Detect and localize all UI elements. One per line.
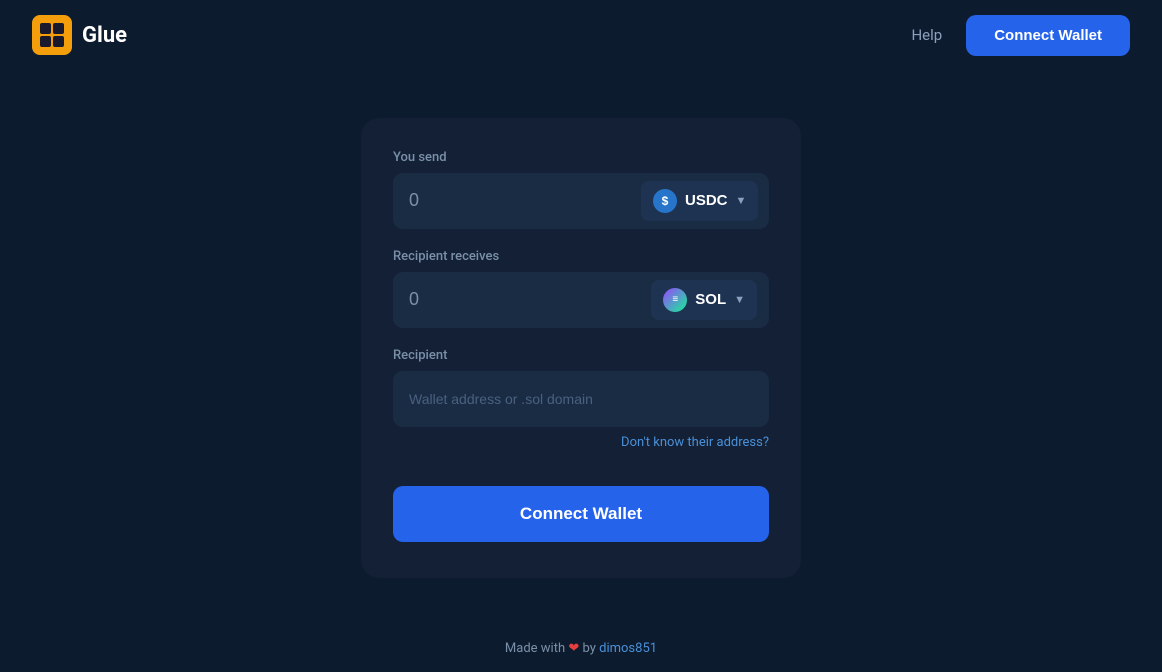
usdc-icon: $	[653, 189, 677, 213]
recipient-receives-group: Recipient receives ≡ SOL ▼	[393, 249, 769, 328]
heart-icon: ❤	[568, 641, 582, 656]
connect-wallet-header-button[interactable]: Connect Wallet	[966, 15, 1130, 56]
footer-author-link[interactable]: dimos851	[599, 641, 657, 656]
footer-made-with: Made with	[505, 641, 565, 656]
sol-token-selector[interactable]: ≡ SOL ▼	[651, 280, 757, 320]
sol-token-label: SOL	[695, 291, 726, 308]
footer: Made with ❤ by dimos851	[0, 625, 1162, 672]
usdc-token-label: USDC	[685, 192, 728, 209]
recipient-receives-amount-input[interactable]	[409, 289, 651, 310]
recipient-address-group: Recipient Don't know their address?	[393, 348, 769, 450]
recipient-input-row	[393, 371, 769, 427]
logo-icon	[32, 15, 72, 55]
help-link[interactable]: Help	[911, 26, 942, 44]
recipient-receives-label: Recipient receives	[393, 249, 769, 264]
you-send-label: You send	[393, 150, 769, 165]
sol-icon: ≡	[663, 288, 687, 312]
recipient-label: Recipient	[393, 348, 769, 363]
header-nav: Help Connect Wallet	[911, 15, 1130, 56]
you-send-amount-input[interactable]	[409, 190, 641, 211]
recipient-address-input[interactable]	[409, 391, 757, 407]
you-send-input-row: $ USDC ▼	[393, 173, 769, 229]
usdc-chevron-icon: ▼	[736, 195, 747, 207]
dont-know-address-link[interactable]: Don't know their address?	[393, 435, 769, 450]
sol-chevron-icon: ▼	[734, 294, 745, 306]
connect-wallet-main-button[interactable]: Connect Wallet	[393, 486, 769, 542]
logo-text: Glue	[82, 23, 127, 48]
recipient-receives-input-row: ≡ SOL ▼	[393, 272, 769, 328]
you-send-group: You send $ USDC ▼	[393, 150, 769, 229]
logo-area: Glue	[32, 15, 127, 55]
usdc-token-selector[interactable]: $ USDC ▼	[641, 181, 758, 221]
footer-by: by	[583, 641, 596, 656]
main-card: You send $ USDC ▼ Recipient receives ≡ S…	[361, 118, 801, 578]
